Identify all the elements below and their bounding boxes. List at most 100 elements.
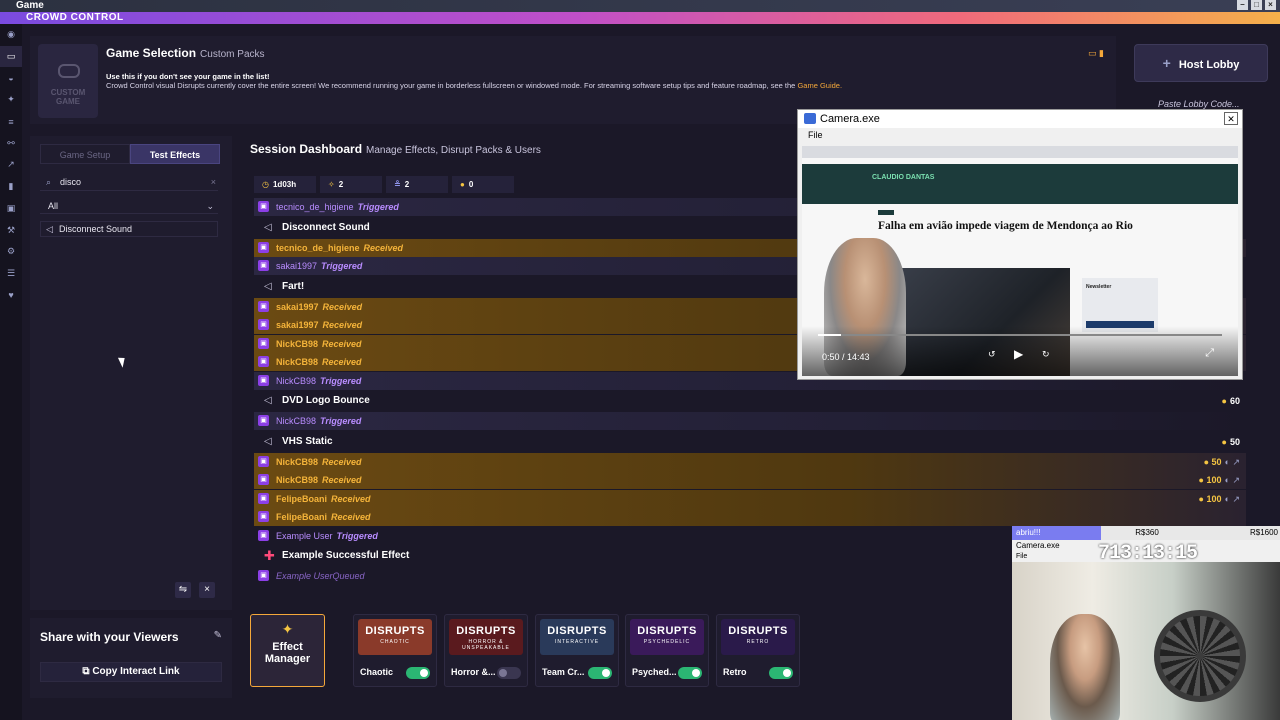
feed-event-row: ▣ NickCB98 Received ● 50 ◐ ↗: [254, 452, 1246, 471]
share-title: Share with your Viewers: [40, 630, 179, 644]
feed-status: Triggered: [321, 261, 363, 271]
edit-icon[interactable]: ✎: [214, 630, 222, 641]
disrupt-pack-card[interactable]: DISRUPTS RETRO Retro: [716, 614, 800, 687]
pack-toggle[interactable]: [497, 667, 521, 679]
chevron-down-icon: ⌄: [206, 201, 214, 211]
fan-image: [1154, 610, 1246, 702]
header-icons: ▭ ▮: [1088, 48, 1104, 58]
platform-icon: ▣: [258, 300, 269, 312]
feed-user: tecnico_de_higiene: [276, 242, 360, 253]
feed-amount: ● 100 ◐ ↗: [1198, 475, 1240, 485]
pack-toggle[interactable]: [769, 667, 793, 679]
disrupt-pack-card[interactable]: DISRUPTS CHAOTIC Chaotic: [353, 614, 437, 687]
search-icon: ⌕: [46, 177, 52, 187]
effect-manager-button[interactable]: ✦ Effect Manager: [250, 614, 325, 687]
search-value: disco: [60, 177, 82, 187]
feed-user: FelipeBoani: [276, 493, 328, 504]
feed-status: Received: [322, 320, 363, 330]
platform-icon: ▣: [258, 570, 269, 581]
pack-toggle[interactable]: [678, 667, 702, 679]
magic-wand-icon: ✦: [281, 621, 294, 637]
tab-bar: Game Setup Test Effects: [40, 144, 220, 164]
news-headline: Falha em avião impede viagem de Mendonça…: [878, 220, 1133, 232]
camera-file-menu[interactable]: File: [798, 128, 1242, 142]
pack-thumbnail: DISRUPTS RETRO: [721, 619, 795, 655]
rewind-icon[interactable]: ↺: [988, 349, 996, 360]
effect-result-item[interactable]: ◁ Disconnect Sound: [40, 221, 218, 237]
feed-status: Received: [322, 475, 362, 485]
volume-icon: ◁: [46, 224, 53, 234]
translate-button[interactable]: ⇋: [175, 582, 191, 598]
link-icon[interactable]: ⚯: [0, 132, 22, 154]
feed-user: NickCB98: [276, 357, 319, 367]
minimize-button[interactable]: –: [1237, 0, 1248, 10]
disrupt-pack-card[interactable]: DISRUPTS PSYCHEDELIC Psyched...: [625, 614, 709, 687]
platform-icon: ▣: [258, 260, 269, 271]
platform-icon: ▣: [258, 474, 269, 485]
pack-toggle[interactable]: [588, 667, 612, 679]
effect-cost: ● 60: [1221, 396, 1240, 406]
fullscreen-icon[interactable]: ⤢: [1205, 347, 1214, 360]
display-icon[interactable]: ▭: [0, 45, 22, 68]
database-icon[interactable]: ☰: [0, 263, 22, 285]
webcam-window: abriu!!! R$360 R$1600 Camera.exe File 71…: [1012, 526, 1280, 720]
webcam-scene: [1012, 562, 1280, 720]
video-player: CLAUDIO DANTAS Falha em avião impede via…: [802, 146, 1238, 376]
image-icon[interactable]: ▣: [0, 198, 22, 220]
forward-icon[interactable]: ↻: [1042, 349, 1050, 360]
effect-icon: ◁: [264, 280, 272, 292]
disrupt-pack-card[interactable]: DISRUPTS INTERACTIVE Team Cr...: [535, 614, 619, 687]
trend-icon[interactable]: ↗: [0, 154, 22, 176]
custom-game-tile[interactable]: CUSTOM GAME: [38, 44, 98, 118]
clear-icon[interactable]: ×: [211, 173, 216, 191]
copy-interact-link-button[interactable]: ⧉ Copy Interact Link: [40, 662, 222, 682]
list-icon[interactable]: ≡: [0, 111, 22, 133]
video-time: 0:50 / 14:43: [822, 352, 870, 362]
game-guide-link[interactable]: Game Guide.: [797, 81, 842, 90]
feed-user: sakai1997: [276, 261, 318, 271]
profile-icon[interactable]: ◉: [0, 24, 22, 46]
feed-event-row: ▣ NickCB98 Triggered: [254, 412, 1246, 430]
feed-status: Triggered: [320, 375, 362, 386]
effect-name: VHS Static: [282, 435, 333, 447]
disrupt-pack-card[interactable]: DISRUPTS HORROR & UNSPEAKABLE Horror &...: [444, 614, 528, 687]
feed-amount: ● 50 ◐ ↗: [1203, 456, 1240, 467]
search-input[interactable]: ⌕ disco ×: [40, 173, 218, 191]
camera-window-title-bar: Camera.exe ✕: [798, 110, 1242, 128]
close-button[interactable]: ×: [1265, 0, 1276, 10]
progress-bar[interactable]: [818, 334, 1222, 336]
camera-close-button[interactable]: ✕: [1224, 112, 1238, 125]
host-lobby-button[interactable]: + Host Lobby: [1134, 44, 1268, 82]
heart-icon[interactable]: ♥: [0, 284, 22, 306]
effect-name: Example Successful Effect: [282, 550, 410, 561]
browser-bar: [802, 146, 1238, 158]
feed-effect: ◁ VHS Static ● 50: [254, 431, 1246, 453]
effect-name: Fart!: [282, 280, 305, 292]
feed-event-row: ▣ NickCB98 Received ● 100 ◐ ↗: [254, 471, 1246, 489]
tab-game-setup[interactable]: Game Setup: [40, 144, 130, 164]
app-title: CROWD CONTROL: [26, 12, 124, 23]
window-controls: – □ ×: [1237, 0, 1276, 10]
maximize-button[interactable]: □: [1251, 0, 1262, 10]
star-icon[interactable]: ✦: [0, 89, 22, 111]
wrench-icon[interactable]: ⚒: [0, 219, 22, 241]
gamepad-icon[interactable]: ◒: [0, 67, 22, 89]
pack-name: Horror &...: [451, 667, 496, 677]
pack-thumbnail: DISRUPTS HORROR & UNSPEAKABLE: [449, 619, 523, 655]
app-title-bar: CROWD CONTROL: [0, 12, 1280, 24]
page-subtitle: Custom Packs: [200, 49, 265, 60]
users-stat: ≗ 2: [386, 176, 448, 193]
pack-toggle[interactable]: [406, 667, 430, 679]
feed-status: Triggered: [320, 416, 362, 426]
gear-icon[interactable]: ⚙: [0, 241, 22, 263]
close-panel-button[interactable]: ×: [199, 582, 215, 598]
pack-thumbnail: DISRUPTS CHAOTIC: [358, 619, 432, 655]
chart-icon[interactable]: ▮: [0, 176, 22, 198]
platform-icon: ▣: [258, 511, 269, 522]
platform-icon: ▣: [258, 492, 269, 504]
tab-test-effects[interactable]: Test Effects: [130, 144, 220, 164]
play-icon[interactable]: ▶: [1014, 347, 1023, 361]
newsletter-box: Newsletter: [1082, 278, 1158, 332]
info-heading: Use this if you don't see your game in t…: [106, 72, 270, 81]
category-select[interactable]: All ⌄: [40, 198, 218, 214]
